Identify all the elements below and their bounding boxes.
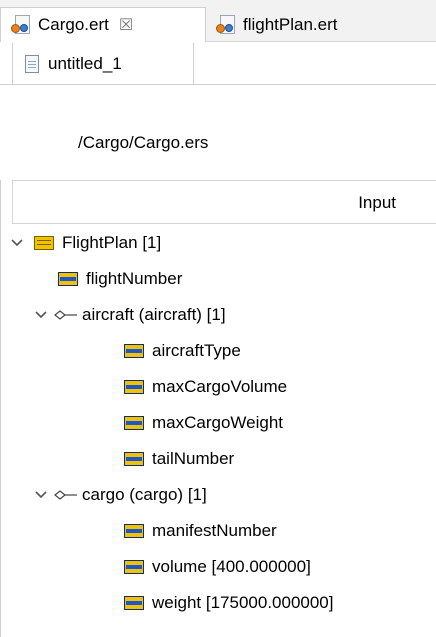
tree-node-cargo[interactable]: cargo (cargo) [1] <box>34 478 207 511</box>
close-tab-icon[interactable]: ☒ <box>119 15 133 35</box>
field-icon <box>58 271 78 286</box>
association-icon <box>54 308 78 322</box>
tab-divider <box>0 84 436 85</box>
schema-path[interactable]: /Cargo/Cargo.ers <box>78 133 208 153</box>
document-icon <box>25 54 39 73</box>
field-icon <box>124 559 144 574</box>
field-icon <box>124 379 144 394</box>
tab-untitled-1[interactable]: untitled_1 <box>12 43 194 85</box>
tree-node-label: manifestNumber <box>152 520 277 540</box>
tree-node-flightnumber[interactable]: flightNumber <box>58 262 182 295</box>
tree-node-tailnumber[interactable]: tailNumber <box>124 442 234 475</box>
element-icon <box>34 235 54 250</box>
chevron-down-icon[interactable] <box>34 308 48 322</box>
tree-node-aircrafttype[interactable]: aircraftType <box>124 334 241 367</box>
field-icon <box>124 343 144 358</box>
editor-tab-bar: Cargo.ert ☒ flightPlan.ert <box>0 0 436 42</box>
chevron-down-icon[interactable] <box>34 488 48 502</box>
field-icon <box>124 523 144 538</box>
tree-node-maxcargoweight[interactable]: maxCargoWeight <box>124 406 283 439</box>
tree-node-label: FlightPlan [1] <box>62 232 162 252</box>
field-icon <box>124 451 144 466</box>
tree-node-flightplan[interactable]: FlightPlan [1] <box>10 226 161 259</box>
tree-node-label: cargo (cargo) [1] <box>82 484 207 504</box>
panel-border <box>0 180 1 637</box>
tree-node-volume[interactable]: volume [400.000000] <box>124 550 311 583</box>
association-icon <box>54 488 78 502</box>
tree-node-aircraft[interactable]: aircraft (aircraft) [1] <box>34 298 226 331</box>
tree-node-label: flightNumber <box>86 268 183 288</box>
tab-cargo-ert[interactable]: Cargo.ert ☒ <box>0 7 206 42</box>
tree-node-label: weight [175000.000000] <box>152 592 334 612</box>
tree-node-label: aircraft (aircraft) [1] <box>82 304 226 324</box>
tree-node-manifestnumber[interactable]: manifestNumber <box>124 514 277 547</box>
tab-flightplan-ert[interactable]: flightPlan.ert <box>206 7 436 42</box>
tab-label: untitled_1 <box>48 53 122 73</box>
tree-node-label: maxCargoWeight <box>152 412 284 432</box>
tree-node-weight[interactable]: weight [175000.000000] <box>124 586 334 619</box>
tree-node-maxcargovolume[interactable]: maxCargoVolume <box>124 370 287 403</box>
tree-node-label: aircraftType <box>152 340 241 360</box>
field-icon <box>124 415 144 430</box>
column-title: Input <box>358 193 396 212</box>
test-tab-bar: untitled_1 <box>0 43 436 85</box>
ert-file-icon <box>216 14 236 35</box>
tree-node-label: volume [400.000000] <box>152 556 311 576</box>
tab-label: flightPlan.ert <box>243 14 338 34</box>
field-icon <box>124 595 144 610</box>
tree-node-label: maxCargoVolume <box>152 376 288 396</box>
ert-file-icon <box>11 15 31 35</box>
tab-label: Cargo.ert <box>38 15 109 34</box>
chevron-down-icon[interactable] <box>10 236 24 250</box>
input-column-header[interactable]: Input <box>12 180 436 224</box>
tree-node-label: tailNumber <box>152 448 235 468</box>
